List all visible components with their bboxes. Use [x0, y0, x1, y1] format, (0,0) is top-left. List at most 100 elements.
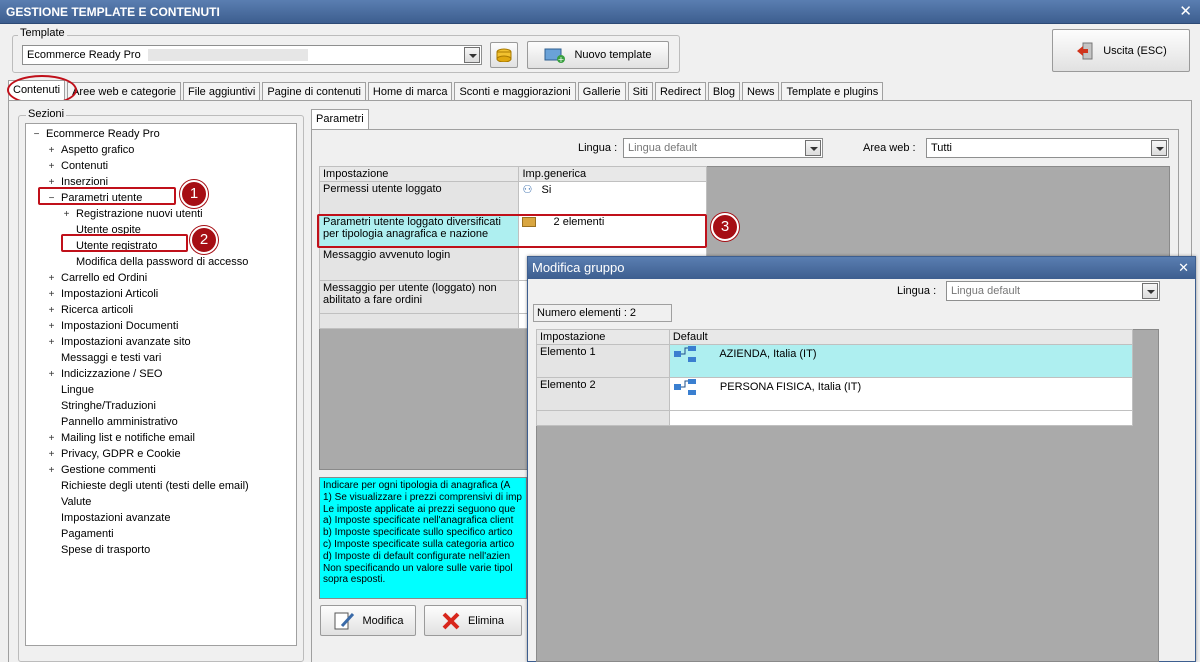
tree-node-label: Modifica della password di accesso — [76, 256, 249, 268]
expand-icon[interactable]: + — [47, 367, 56, 383]
expand-icon[interactable]: + — [47, 463, 56, 479]
tree-node[interactable]: + Impostazioni Documenti — [47, 318, 179, 335]
expand-icon[interactable]: + — [47, 303, 56, 319]
tree-node[interactable]: + Ricerca articoli — [47, 302, 134, 319]
description-line: Non specificando un valore sulle varie t… — [323, 562, 513, 574]
dialog-row-value-text: AZIENDA, Italia (IT) — [719, 347, 817, 360]
chevron-down-icon[interactable] — [464, 47, 480, 63]
expand-icon[interactable]: + — [47, 159, 56, 175]
template-db-button[interactable] — [490, 42, 518, 68]
params-row-value[interactable]: ⚇ Si — [518, 181, 707, 215]
tree-node[interactable]: Pagamenti — [47, 526, 114, 542]
dialog-row-name[interactable]: Elemento 2 — [536, 377, 670, 411]
chevron-down-icon[interactable] — [1151, 140, 1167, 156]
dialog-row-value[interactable]: PERSONA FISICA, Italia (IT) — [668, 377, 1134, 411]
dialog-row-value-text: PERSONA FISICA, Italia (IT) — [719, 380, 862, 393]
chevron-down-icon[interactable] — [1142, 283, 1158, 299]
exit-button[interactable]: Uscita (ESC) — [1052, 29, 1190, 72]
expand-icon[interactable]: + — [47, 335, 56, 351]
dialog-title: Modifica gruppo — [532, 260, 625, 275]
tab-parametri[interactable]: Parametri — [311, 109, 369, 131]
tree-node[interactable]: Richieste degli utenti (testi delle emai… — [47, 478, 249, 494]
sections-label: Sezioni — [26, 108, 67, 120]
tree-node[interactable]: Spese di trasporto — [47, 542, 150, 558]
close-icon[interactable]: ✕ — [1178, 257, 1189, 279]
tree-node[interactable]: Valute — [47, 494, 91, 510]
tab-file-aggiuntivi[interactable]: File aggiuntivi — [183, 82, 261, 102]
params-row-name[interactable]: Messaggio per utente (loggato) non abili… — [318, 280, 520, 314]
tree-node[interactable]: Messaggi e testi vari — [47, 350, 161, 366]
params-row-name[interactable]: Messaggio avvenuto login — [318, 247, 520, 281]
delete-x-icon — [442, 612, 460, 629]
chevron-down-icon[interactable] — [805, 140, 821, 156]
dialog-header-default: Default — [668, 329, 1134, 345]
edit-button[interactable]: Modifica — [320, 605, 416, 636]
tree-node[interactable]: + Carrello ed Ordini — [47, 270, 148, 287]
description-line: d) Imposte di default configurate nell'a… — [323, 550, 511, 562]
tree-node[interactable]: + Indicizzazione / SEO — [47, 366, 163, 382]
expand-icon[interactable]: + — [62, 207, 71, 223]
new-template-label: Nuovo template — [574, 49, 652, 61]
dialog-row-empty — [536, 410, 670, 426]
tree-node[interactable]: Modifica della password di accesso — [62, 254, 248, 270]
tab-gallerie[interactable]: Gallerie — [577, 82, 626, 102]
expand-icon[interactable]: + — [47, 447, 56, 463]
tab-blog[interactable]: Blog — [707, 82, 740, 102]
tree-node[interactable]: + Registrazione nuovi utenti — [62, 206, 203, 222]
template-select[interactable]: Ecommerce Ready Pro — [22, 45, 482, 65]
tree-node[interactable]: + Contenuti — [47, 158, 109, 175]
description-line: sopra esposti. — [323, 574, 386, 586]
annotation-box-3 — [317, 214, 707, 248]
tree-node-label: Privacy, GDPR e Cookie — [61, 448, 181, 460]
expand-icon[interactable]: + — [47, 431, 56, 447]
tree-node-label: Impostazioni avanzate sito — [61, 336, 191, 348]
tree-node[interactable]: Impostazioni avanzate — [47, 510, 170, 526]
expand-icon[interactable]: + — [47, 271, 56, 287]
expand-icon[interactable]: + — [47, 143, 56, 159]
delete-button[interactable]: Elimina — [424, 605, 522, 636]
tab-home-di-marca[interactable]: Home di marca — [367, 82, 453, 102]
params-lingua-value: Lingua default — [628, 142, 698, 154]
dialog-row-name[interactable]: Elemento 1 — [536, 344, 670, 378]
main-tabs: Contenuti Aree web e categorie File aggiun… — [8, 80, 885, 102]
new-template-button[interactable]: + Nuovo template — [527, 41, 669, 69]
annotation-box-2 — [61, 234, 188, 252]
tree-node[interactable]: Stringhe/Traduzioni — [47, 398, 156, 414]
tab-aree-web-e-categorie[interactable]: Aree web e categorie — [67, 82, 182, 102]
close-icon[interactable]: ✕ — [1179, 0, 1192, 24]
description-line: b) Imposte specificate sullo specifico a… — [323, 527, 513, 539]
tree-node[interactable]: + Aspetto grafico — [47, 142, 135, 159]
params-row-name[interactable]: Permessi utente loggato — [318, 181, 520, 215]
tree-node[interactable]: + Privacy, GDPR e Cookie — [47, 446, 181, 462]
tree-node[interactable]: + Impostazioni avanzate sito — [47, 334, 191, 350]
tab-siti[interactable]: Siti — [627, 82, 653, 102]
tree-node[interactable]: + Mailing list e notifiche email — [47, 430, 195, 446]
exit-label: Uscita (ESC) — [1103, 44, 1167, 57]
params-area-select[interactable]: Tutti — [926, 138, 1169, 158]
window-title: GESTIONE TEMPLATE E CONTENUTI — [6, 5, 220, 19]
tree-node[interactable]: + Impostazioni Articoli — [47, 286, 159, 303]
edit-icon — [334, 612, 354, 629]
tree-node[interactable]: + Gestione commenti — [47, 462, 156, 478]
collapse-icon[interactable]: − — [32, 127, 41, 143]
expand-icon[interactable]: + — [47, 287, 56, 303]
tab-sconti-e-maggiorazioni[interactable]: Sconti e maggiorazioni — [454, 82, 576, 102]
tree-node-label: Ecommerce Ready Pro — [46, 128, 160, 140]
tree-node-label: Pagamenti — [61, 528, 114, 540]
tree-node[interactable]: Lingue — [47, 382, 94, 398]
dialog-row-value-selected[interactable]: AZIENDA, Italia (IT) — [668, 344, 1134, 378]
tree-node[interactable]: Pannello amministrativo — [47, 414, 178, 430]
hierarchy-icon — [673, 379, 696, 395]
template-select-value: Ecommerce Ready Pro — [27, 49, 141, 61]
tab-news[interactable]: News — [741, 82, 780, 102]
expand-icon[interactable]: + — [47, 319, 56, 335]
dialog-lingua-select[interactable]: Lingua default — [946, 281, 1160, 301]
tab-pagine-di-contenuti[interactable]: Pagine di contenuti — [262, 82, 366, 102]
tree-node[interactable]: − Ecommerce Ready Pro — [32, 126, 160, 142]
tab-redirect[interactable]: Redirect — [654, 82, 706, 102]
params-lingua-label: Lingua : — [578, 142, 618, 154]
tree-node-label: Lingue — [61, 384, 95, 396]
description-line: a) Imposte specificate nell'anagrafica c… — [323, 515, 514, 527]
tab-template-e-plugins[interactable]: Template e plugins — [781, 82, 884, 102]
params-lingua-select[interactable]: Lingua default — [623, 138, 823, 158]
